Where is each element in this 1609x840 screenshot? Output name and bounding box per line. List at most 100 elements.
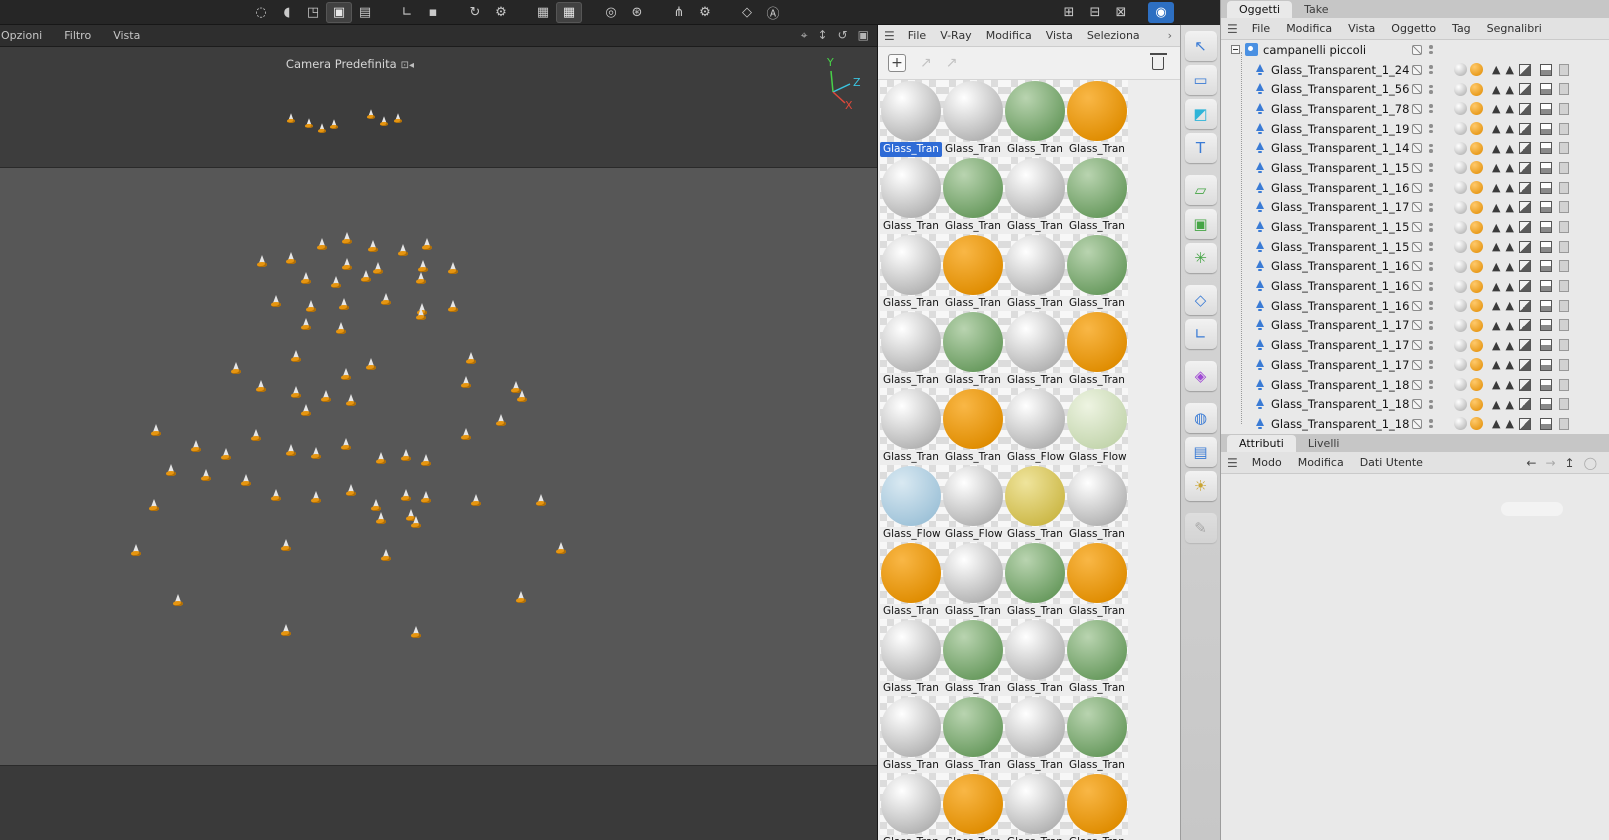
bell-object[interactable] [365, 358, 377, 371]
material-item[interactable]: Glass_Tran [942, 234, 1004, 311]
bell-object[interactable] [340, 438, 352, 451]
menu-vista[interactable]: Vista [1039, 29, 1080, 42]
bell-object[interactable] [415, 308, 427, 321]
visibility-dots[interactable] [1429, 261, 1433, 271]
object-name[interactable]: Glass_Transparent_1_169 [1271, 299, 1409, 313]
bell-object[interactable] [250, 429, 262, 442]
material-item[interactable]: Glass_Tran [1004, 234, 1066, 311]
menu-oggetto[interactable]: Oggetto [1383, 22, 1444, 35]
compositing-tag-icon[interactable] [1518, 319, 1531, 332]
hamburger-icon[interactable]: ☰ [1227, 456, 1238, 470]
visibility-dots[interactable] [1429, 320, 1433, 330]
bell-object[interactable] [310, 491, 322, 504]
menu-modifica[interactable]: Modifica [1290, 456, 1352, 469]
menu-modifica[interactable]: Modifica [1278, 22, 1340, 35]
trash-icon[interactable] [1149, 52, 1167, 70]
material-tag-white-icon[interactable] [1454, 338, 1467, 352]
visibility-dots[interactable] [1429, 45, 1433, 55]
menu-file[interactable]: File [901, 29, 933, 42]
enable-toggle[interactable] [1412, 143, 1422, 154]
phong-tag-icon[interactable]: ▲ [1492, 161, 1500, 174]
phong-tag-icon[interactable]: ▲ [1492, 240, 1500, 253]
bell-object[interactable] [310, 447, 322, 460]
bell-object[interactable] [515, 591, 527, 604]
clipped-tag-icon[interactable] [1558, 398, 1569, 411]
visibility-dots[interactable] [1429, 202, 1433, 212]
visibility-dots[interactable] [1429, 65, 1433, 75]
visibility-dots[interactable] [1429, 84, 1433, 94]
display-tag-icon[interactable] [1539, 221, 1552, 234]
phong-tag-icon[interactable]: ▲ [1505, 102, 1513, 115]
bell-object[interactable] [447, 300, 459, 313]
light-icon[interactable]: ☀ [1184, 471, 1217, 501]
bell-object[interactable] [380, 293, 392, 306]
object-row[interactable]: Glass_Transparent_1_163 ▲ ▲ [1221, 178, 1609, 198]
display-tag-icon[interactable] [1539, 280, 1552, 293]
enable-toggle[interactable] [1412, 359, 1422, 370]
bell-object[interactable] [379, 116, 389, 126]
object-name[interactable]: Glass_Transparent_1_171 [1271, 318, 1409, 332]
material-item[interactable]: Glass_Tran [1004, 696, 1066, 773]
rotate-view-icon[interactable]: ↺ [838, 28, 848, 43]
bell-object[interactable] [240, 474, 252, 487]
bell-object[interactable] [285, 252, 297, 265]
clipped-tag-icon[interactable] [1558, 417, 1569, 430]
menu-segnalibri[interactable]: Segnalibri [1479, 22, 1550, 35]
phong-tag-icon[interactable]: ▲ [1505, 417, 1513, 430]
clipped-tag-icon[interactable] [1558, 102, 1569, 115]
material-item[interactable]: Glass_Tran [1004, 311, 1066, 388]
visibility-dots[interactable] [1429, 222, 1433, 232]
object-name[interactable]: Glass_Transparent_1_173 [1271, 200, 1409, 214]
material-tag-orange-icon[interactable] [1470, 141, 1483, 155]
bell-object[interactable] [400, 449, 412, 462]
bell-object[interactable] [410, 626, 422, 639]
bell-object[interactable] [190, 440, 202, 453]
layout-3-icon[interactable]: ⊠ [1108, 2, 1134, 23]
phong-tag-icon[interactable]: ▲ [1492, 63, 1500, 76]
tab-oggetti[interactable]: Oggetti [1227, 1, 1293, 18]
deformer-icon[interactable]: ◈ [1184, 361, 1217, 391]
phong-tag-icon[interactable]: ▲ [1505, 221, 1513, 234]
tool-gear-icon[interactable]: ⚙ [692, 2, 718, 23]
material-tag-orange-icon[interactable] [1470, 82, 1483, 96]
bell-object[interactable] [420, 491, 432, 504]
enable-toggle[interactable] [1412, 84, 1422, 95]
bell-object[interactable] [375, 512, 387, 525]
bell-object[interactable] [255, 380, 267, 393]
tree-root-row[interactable]: campanelli piccoli [1221, 40, 1609, 60]
material-item[interactable]: Glass_Flow [1066, 388, 1128, 465]
display-tag-icon[interactable] [1539, 358, 1552, 371]
material-item[interactable]: Glass_Tran [1004, 619, 1066, 696]
phong-tag-icon[interactable]: ▲ [1492, 122, 1500, 135]
globe-icon[interactable]: ◍ [1184, 403, 1217, 433]
bell-object[interactable] [150, 424, 162, 437]
ring-icon[interactable]: ◌ [248, 2, 274, 23]
material-tag-orange-icon[interactable] [1470, 279, 1483, 293]
display-tag-icon[interactable] [1539, 201, 1552, 214]
bell-object[interactable] [345, 394, 357, 407]
viewport-top-view[interactable]: Camera Predefinita ⊡◂ Y Z X [0, 47, 877, 168]
phong-tag-icon[interactable]: ▲ [1505, 161, 1513, 174]
material-item[interactable]: Glass_Tran [880, 619, 942, 696]
material-item[interactable]: Glass_Tran [942, 773, 1004, 840]
menu-filtro[interactable]: Filtro [53, 29, 102, 42]
bell-object[interactable] [375, 452, 387, 465]
material-item[interactable]: Glass_Tran [1066, 696, 1128, 773]
bell-object[interactable] [305, 300, 317, 313]
visibility-dots[interactable] [1429, 340, 1433, 350]
enable-toggle[interactable] [1412, 281, 1422, 292]
maximize-view-icon[interactable]: ▣ [858, 28, 869, 43]
object-row[interactable]: Glass_Transparent_1_181 ▲ ▲ [1221, 375, 1609, 395]
clipped-tag-icon[interactable] [1558, 63, 1569, 76]
phong-tag-icon[interactable]: ▲ [1492, 398, 1500, 411]
material-tag-orange-icon[interactable] [1470, 122, 1483, 136]
material-tag-orange-icon[interactable] [1470, 259, 1483, 273]
object-row[interactable]: Glass_Transparent_1_56 ▲ ▲ [1221, 79, 1609, 99]
viewport-main-view[interactable] [0, 168, 877, 765]
bell-object[interactable] [290, 386, 302, 399]
object-name[interactable]: Glass_Transparent_1_56 [1271, 82, 1409, 96]
bell-object[interactable] [148, 499, 160, 512]
material-item[interactable]: Glass_Tran [880, 157, 942, 234]
bell-object[interactable] [400, 489, 412, 502]
material-item[interactable]: Glass_Tran [942, 157, 1004, 234]
